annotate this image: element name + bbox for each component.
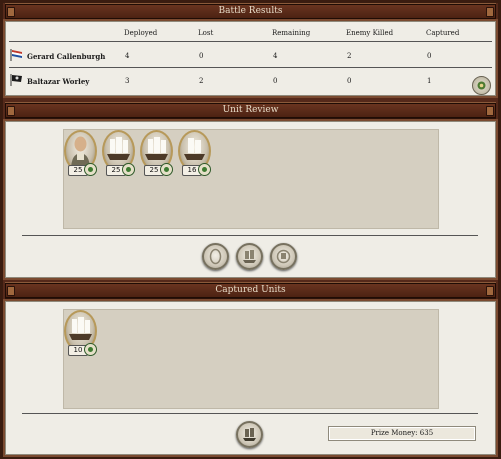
unit-review-panel: 25 25 25 16 <box>5 121 496 278</box>
portrait-filter-button[interactable] <box>202 243 229 270</box>
commander-name: Gerard Callenburgh <box>27 52 106 61</box>
ship-capture-icon <box>243 428 256 441</box>
col-remaining: Remaining <box>272 29 311 37</box>
ship-filter-icon <box>243 250 256 263</box>
remaining-value: 4 <box>273 52 278 60</box>
unit-card-ship[interactable]: 16 <box>178 130 211 176</box>
deployed-value: 4 <box>125 52 130 60</box>
fleet-filter-icon <box>276 249 291 264</box>
captured-value: 1 <box>427 77 432 85</box>
pirate-flag-icon <box>10 74 22 86</box>
review-divider <box>22 235 478 236</box>
prize-money-value: 635 <box>419 429 434 437</box>
col-deployed: Deployed <box>124 29 158 37</box>
col-captured: Captured <box>426 29 460 37</box>
header-divider <box>9 41 492 42</box>
deployed-value: 3 <box>125 77 130 85</box>
captured-units-panel: 10 Prize Money: 635 <box>5 301 496 455</box>
commander-name: Baltazar Worley <box>27 77 90 86</box>
battle-results-panel: Deployed Lost Remaining Enemy Killed Cap… <box>5 21 496 96</box>
capture-action-button[interactable] <box>236 421 263 448</box>
prize-money-box: Prize Money: 635 <box>328 426 476 441</box>
captured-units-area <box>63 309 439 409</box>
row-divider <box>9 67 492 68</box>
captured-units-header: Captured Units <box>5 282 496 299</box>
unit-card-general[interactable]: 25 <box>64 130 97 176</box>
details-button[interactable] <box>472 76 491 95</box>
col-lost: Lost <box>198 29 214 37</box>
results-table: Deployed Lost Remaining Enemy Killed Cap… <box>6 22 495 95</box>
unit-card-ship[interactable]: 25 <box>102 130 135 176</box>
lost-value: 0 <box>199 52 204 60</box>
col-enemy-killed: Enemy Killed <box>346 29 394 37</box>
battle-results-header: Battle Results <box>5 3 496 20</box>
unit-card-ship[interactable]: 10 <box>64 310 97 356</box>
lost-value: 2 <box>199 77 204 85</box>
prize-money-label: Prize Money: <box>370 429 418 437</box>
captured-units-title: Captured Units <box>215 285 286 295</box>
enemy-killed-value: 2 <box>347 52 352 60</box>
experience-badge-icon <box>84 163 97 176</box>
dutch-flag-icon <box>10 49 22 61</box>
fleet-filter-button[interactable] <box>270 243 297 270</box>
laurel-icon <box>477 81 486 90</box>
unit-review-header: Unit Review <box>5 102 496 119</box>
enemy-killed-value: 0 <box>347 77 352 85</box>
ship-filter-button[interactable] <box>236 243 263 270</box>
remaining-value: 0 <box>273 77 278 85</box>
experience-badge-icon <box>122 163 135 176</box>
experience-badge-icon <box>84 343 97 356</box>
captured-divider <box>22 413 478 414</box>
experience-badge-icon <box>160 163 173 176</box>
captured-value: 0 <box>427 52 432 60</box>
unit-card-ship[interactable]: 25 <box>140 130 173 176</box>
unit-review-title: Unit Review <box>222 105 279 115</box>
battle-results-title: Battle Results <box>218 6 283 16</box>
experience-badge-icon <box>198 163 211 176</box>
portrait-filter-icon <box>209 248 222 265</box>
